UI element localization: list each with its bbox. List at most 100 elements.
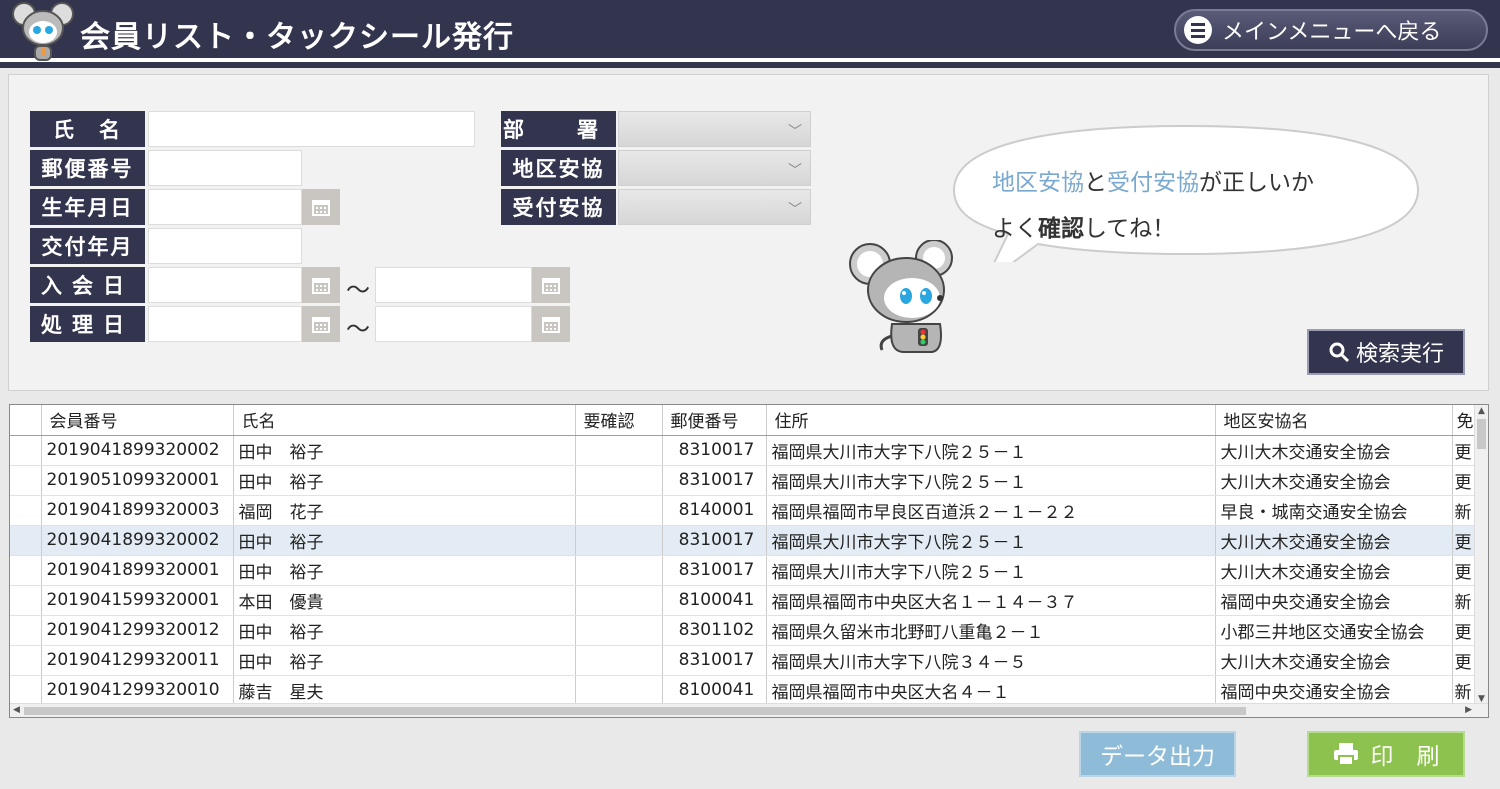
table-cell: 福岡県大川市大字下八院２５－１ (766, 435, 1216, 466)
results-table-body: 会員番号 氏名 要確認 郵便番号 住所 地区安協名 免 201904189932… (10, 405, 1477, 706)
vertical-scrollbar[interactable]: ▲ ▼ (1474, 405, 1488, 705)
scroll-left-icon[interactable]: ◀ (13, 705, 20, 715)
table-cell: 福岡県大川市大字下八院２５－１ (766, 555, 1216, 586)
search-icon (1329, 342, 1350, 363)
table-cell: 福岡中央交通安全協会 (1215, 675, 1453, 706)
table-cell: 8140001 (662, 495, 767, 526)
department-select[interactable]: ﹀ (618, 111, 811, 147)
process-date-from-input[interactable] (148, 306, 302, 342)
table-header-row: 会員番号 氏名 要確認 郵便番号 住所 地区安協名 免 (10, 405, 1477, 436)
table-cell: 8310017 (662, 555, 767, 586)
table-cell: 福岡県福岡市中央区大名１－１４－３７ (766, 585, 1216, 616)
row-header-cell[interactable] (10, 495, 42, 526)
name-input[interactable] (148, 111, 475, 147)
table-row[interactable]: 2019041299320010 藤吉 星夫 8100041 福岡県福岡市中央区大名４… (10, 675, 1477, 706)
horizontal-scroll-thumb[interactable] (24, 707, 1246, 715)
row-header-cell[interactable] (10, 645, 42, 676)
column-header[interactable]: 郵便番号 (662, 405, 767, 436)
table-row[interactable]: 2019041899320001 田中 裕子 8310017 福岡県大川市大字下八院２… (10, 555, 1477, 586)
birthdate-input[interactable] (148, 189, 302, 225)
table-row[interactable]: 2019041899320003 福岡 花子 8140001 福岡県福岡市早良区百道浜… (10, 495, 1477, 526)
row-header-cell[interactable] (10, 555, 42, 586)
table-cell: 大川大木交通安全協会 (1215, 555, 1453, 586)
row-header-cell[interactable] (10, 585, 42, 616)
birthdate-calendar-button[interactable] (302, 189, 340, 225)
table-cell: 福岡県久留米市北野町八重亀２－１ (766, 615, 1216, 646)
table-row[interactable]: 2019051099320001 田中 裕子 8310017 福岡県大川市大字下八院２… (10, 465, 1477, 496)
table-cell: 福岡県福岡市中央区大名４－１ (766, 675, 1216, 706)
table-cell: 福岡中央交通安全協会 (1215, 585, 1453, 616)
horizontal-scrollbar[interactable]: ◀ ▶ (10, 703, 1488, 717)
join-date-from-input[interactable] (148, 267, 302, 303)
process-date-to-input[interactable] (375, 306, 532, 342)
table-cell: 更 (1452, 645, 1477, 676)
join-date-to-calendar-button[interactable] (532, 267, 570, 303)
table-cell: 2019041299320010 (41, 675, 234, 706)
table-cell: 早良・城南交通安全協会 (1215, 495, 1453, 526)
table-cell: 福岡県大川市大字下八院２５－１ (766, 525, 1216, 556)
table-cell: 大川大木交通安全協会 (1215, 645, 1453, 676)
scroll-up-icon[interactable]: ▲ (1478, 406, 1485, 416)
mascot-icon (849, 240, 953, 353)
row-header-cell[interactable] (10, 615, 42, 646)
table-row[interactable]: 2019041899320002 田中 裕子 8310017 福岡県大川市大字下八院２… (10, 525, 1477, 556)
table-cell (575, 465, 663, 496)
column-header[interactable]: 氏名 (233, 405, 576, 436)
table-cell: 2019041899320001 (41, 555, 234, 586)
column-header[interactable]: 会員番号 (41, 405, 234, 436)
table-cell: 田中 裕子 (233, 525, 576, 556)
column-header[interactable]: 住所 (766, 405, 1216, 436)
table-row[interactable]: 2019041599320001 本田 優貴 8100041 福岡県福岡市中央区大名１… (10, 585, 1477, 616)
district-assoc-select[interactable]: ﹀ (618, 150, 811, 186)
process-date-from-calendar-button[interactable] (302, 306, 340, 342)
table-cell: 更 (1452, 525, 1477, 556)
reception-assoc-select[interactable]: ﹀ (618, 189, 811, 225)
table-cell (575, 435, 663, 466)
table-row[interactable]: 2019041899320002 田中 裕子 8310017 福岡県大川市大字下八院２… (10, 435, 1477, 466)
column-header[interactable]: 地区安協名 (1215, 405, 1453, 436)
row-header-cell[interactable] (10, 525, 42, 556)
postal-input[interactable] (148, 150, 302, 186)
table-cell: 新 (1452, 495, 1477, 526)
reception-assoc-label: 受付安協 (501, 189, 616, 225)
vertical-scroll-thumb[interactable] (1477, 419, 1486, 449)
issue-month-input[interactable] (148, 228, 302, 264)
data-export-label: データ出力 (1100, 744, 1215, 770)
search-button[interactable]: 検索実行 (1307, 329, 1465, 375)
bubble-highlight-reception: 受付安協 (1107, 170, 1199, 196)
table-cell: 8310017 (662, 435, 767, 466)
join-date-from-calendar-button[interactable] (302, 267, 340, 303)
menu-icon (1184, 16, 1212, 44)
bubble-message: 地区安協と受付安協が正しいか よく確認してね！ (992, 160, 1314, 252)
row-header-cell[interactable] (10, 675, 42, 706)
main-menu-button[interactable]: メインメニューへ戻る (1174, 9, 1488, 51)
name-label: 氏 名 (30, 111, 145, 147)
chevron-down-icon: ﹀ (788, 124, 802, 140)
print-label: 印 刷 (1370, 744, 1440, 770)
scroll-right-icon[interactable]: ▶ (1465, 705, 1472, 715)
birthdate-label: 生年月日 (30, 189, 145, 225)
process-date-to-calendar-button[interactable] (532, 306, 570, 342)
table-cell: 2019041299320011 (41, 645, 234, 676)
table-cell: 更 (1452, 555, 1477, 586)
data-export-button[interactable]: データ出力 (1079, 731, 1236, 777)
table-cell: 福岡 花子 (233, 495, 576, 526)
bubble-text-4: してね！ (1084, 216, 1176, 242)
column-header[interactable]: 免 (1452, 405, 1477, 436)
row-header-cell[interactable] (10, 465, 42, 496)
table-cell: 田中 裕子 (233, 645, 576, 676)
join-date-to-input[interactable] (375, 267, 532, 303)
table-cell: 福岡県大川市大字下八院２５－１ (766, 465, 1216, 496)
results-table[interactable]: 会員番号 氏名 要確認 郵便番号 住所 地区安協名 免 201904189932… (9, 404, 1489, 718)
join-date-label: 入会日 (30, 267, 145, 303)
column-header[interactable]: 要確認 (575, 405, 663, 436)
table-cell: 2019041599320001 (41, 585, 234, 616)
table-cell: 8310017 (662, 465, 767, 496)
print-button[interactable]: 印 刷 (1307, 731, 1465, 777)
row-header-cell[interactable] (10, 435, 42, 466)
table-row[interactable]: 2019041299320012 田中 裕子 8301102 福岡県久留米市北野町八重… (10, 615, 1477, 646)
table-cell (575, 615, 663, 646)
table-cell: 大川大木交通安全協会 (1215, 525, 1453, 556)
table-cell: 藤吉 星夫 (233, 675, 576, 706)
table-row[interactable]: 2019041299320011 田中 裕子 8310017 福岡県大川市大字下八院３… (10, 645, 1477, 676)
